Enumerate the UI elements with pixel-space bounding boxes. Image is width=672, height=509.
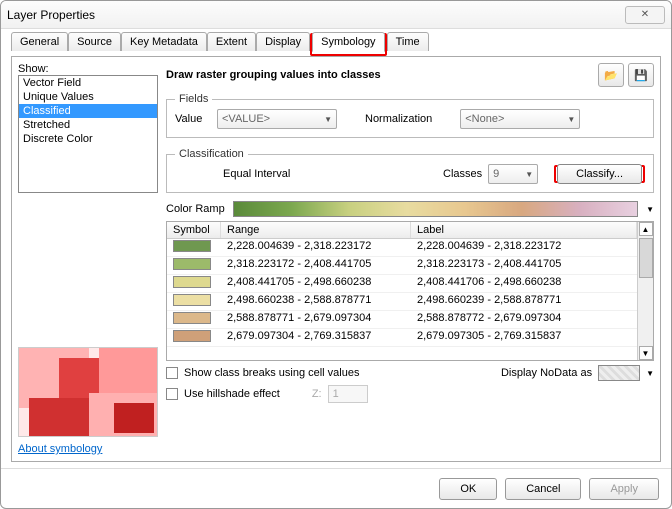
symbol-cell[interactable] bbox=[167, 329, 221, 346]
range-cell[interactable]: 2,679.097304 - 2,769.315837 bbox=[221, 329, 411, 346]
tab-extent[interactable]: Extent bbox=[207, 32, 256, 51]
label-cell[interactable]: 2,228.004639 - 2,318.223172 bbox=[411, 239, 637, 256]
symbol-cell[interactable] bbox=[167, 293, 221, 310]
tab-time[interactable]: Time bbox=[387, 32, 429, 51]
symbol-cell[interactable] bbox=[167, 275, 221, 292]
show-item-vector-field[interactable]: Vector Field bbox=[19, 76, 157, 90]
classes-label: Classes bbox=[443, 168, 482, 180]
chevron-down-icon: ▼ bbox=[324, 115, 332, 124]
symbol-cell[interactable] bbox=[167, 311, 221, 328]
value-label: Value bbox=[175, 113, 211, 125]
apply-button[interactable]: Apply bbox=[589, 478, 659, 500]
normalization-combo[interactable]: <None>▼ bbox=[460, 109, 580, 129]
z-input[interactable]: 1 bbox=[328, 385, 368, 403]
grid-header[interactable]: Symbol Range Label bbox=[167, 222, 637, 239]
table-row[interactable]: 2,679.097304 - 2,769.3158372,679.097305 … bbox=[167, 329, 637, 347]
scroll-up-icon[interactable]: ▲ bbox=[639, 222, 653, 236]
chevron-down-icon[interactable]: ▼ bbox=[646, 369, 654, 378]
classification-legend: Classification bbox=[175, 148, 248, 160]
save-icon[interactable]: 💾 bbox=[628, 63, 654, 87]
cancel-button[interactable]: Cancel bbox=[505, 478, 581, 500]
table-row[interactable]: 2,588.878771 - 2,679.0973042,588.878772 … bbox=[167, 311, 637, 329]
panel-header: Draw raster grouping values into classes bbox=[166, 69, 381, 81]
tab-source[interactable]: Source bbox=[68, 32, 121, 51]
color-ramp-label: Color Ramp bbox=[166, 203, 225, 215]
tab-symbology[interactable]: Symbology bbox=[312, 32, 384, 52]
value-combo[interactable]: <VALUE>▼ bbox=[217, 109, 337, 129]
range-cell[interactable]: 2,228.004639 - 2,318.223172 bbox=[221, 239, 411, 256]
z-label: Z: bbox=[312, 388, 322, 400]
table-row[interactable]: 2,228.004639 - 2,318.2231722,228.004639 … bbox=[167, 239, 637, 257]
dialog-footer: OK Cancel Apply bbox=[1, 468, 671, 508]
show-item-unique-values[interactable]: Unique Values bbox=[19, 90, 157, 104]
range-cell[interactable]: 2,408.441705 - 2,498.660238 bbox=[221, 275, 411, 292]
label-cell[interactable]: 2,679.097305 - 2,769.315837 bbox=[411, 329, 637, 346]
scroll-thumb[interactable] bbox=[639, 238, 653, 278]
label-cell[interactable]: 2,498.660239 - 2,588.878771 bbox=[411, 293, 637, 310]
about-symbology-link[interactable]: About symbology bbox=[18, 443, 102, 455]
show-breaks-label: Show class breaks using cell values bbox=[184, 367, 359, 379]
preview-area: About symbology bbox=[18, 347, 158, 455]
open-icon[interactable]: 📂 bbox=[598, 63, 624, 87]
nodata-color-picker[interactable] bbox=[598, 365, 640, 381]
titlebar[interactable]: Layer Properties ✕ bbox=[1, 1, 671, 29]
chevron-down-icon[interactable]: ▼ bbox=[646, 205, 654, 214]
col-label[interactable]: Label bbox=[411, 222, 637, 238]
hillshade-checkbox[interactable] bbox=[166, 388, 178, 400]
col-symbol[interactable]: Symbol bbox=[167, 222, 221, 238]
chevron-down-icon: ▼ bbox=[525, 170, 533, 179]
table-row[interactable]: 2,318.223172 - 2,408.4417052,318.223173 … bbox=[167, 257, 637, 275]
label-cell[interactable]: 2,588.878772 - 2,679.097304 bbox=[411, 311, 637, 328]
window-title: Layer Properties bbox=[7, 8, 95, 22]
range-cell[interactable]: 2,588.878771 - 2,679.097304 bbox=[221, 311, 411, 328]
classification-group: Classification Equal Interval Classes 9▼… bbox=[166, 148, 654, 193]
normalization-label: Normalization bbox=[365, 113, 432, 125]
show-item-discrete-color[interactable]: Discrete Color bbox=[19, 132, 157, 146]
tab-key-metadata[interactable]: Key Metadata bbox=[121, 32, 207, 51]
layer-properties-dialog: Layer Properties ✕ General Source Key Me… bbox=[0, 0, 672, 509]
scroll-down-icon[interactable]: ▼ bbox=[639, 346, 653, 360]
show-breaks-checkbox[interactable] bbox=[166, 367, 178, 379]
symbol-cell[interactable] bbox=[167, 257, 221, 274]
close-icon[interactable]: ✕ bbox=[625, 6, 665, 24]
hillshade-label: Use hillshade effect bbox=[184, 388, 280, 400]
tab-strip: General Source Key Metadata Extent Displ… bbox=[11, 35, 661, 57]
ok-button[interactable]: OK bbox=[439, 478, 497, 500]
label-cell[interactable]: 2,318.223173 - 2,408.441705 bbox=[411, 257, 637, 274]
tab-general[interactable]: General bbox=[11, 32, 68, 51]
fields-legend: Fields bbox=[175, 93, 212, 105]
table-row[interactable]: 2,498.660238 - 2,588.8787712,498.660239 … bbox=[167, 293, 637, 311]
table-row[interactable]: 2,408.441705 - 2,498.6602382,408.441706 … bbox=[167, 275, 637, 293]
preview-thumbnail bbox=[18, 347, 158, 437]
class-grid[interactable]: Symbol Range Label 2,228.004639 - 2,318.… bbox=[166, 221, 654, 361]
show-item-stretched[interactable]: Stretched bbox=[19, 118, 157, 132]
chevron-down-icon: ▼ bbox=[567, 115, 575, 124]
show-label: Show: bbox=[18, 63, 158, 75]
label-cell[interactable]: 2,408.441706 - 2,498.660238 bbox=[411, 275, 637, 292]
show-item-classified[interactable]: Classified bbox=[19, 104, 157, 118]
fields-group: Fields Value <VALUE>▼ Normalization <Non… bbox=[166, 93, 654, 138]
classes-combo[interactable]: 9▼ bbox=[488, 164, 538, 184]
tab-display[interactable]: Display bbox=[256, 32, 310, 51]
classify-button[interactable]: Classify... bbox=[557, 164, 642, 184]
classification-method: Equal Interval bbox=[223, 168, 290, 180]
nodata-label: Display NoData as bbox=[501, 367, 592, 379]
color-ramp-combo[interactable] bbox=[233, 201, 638, 217]
show-list[interactable]: Vector Field Unique Values Classified St… bbox=[18, 75, 158, 193]
grid-scrollbar[interactable]: ▲ ▼ bbox=[637, 222, 653, 360]
range-cell[interactable]: 2,498.660238 - 2,588.878771 bbox=[221, 293, 411, 310]
range-cell[interactable]: 2,318.223172 - 2,408.441705 bbox=[221, 257, 411, 274]
col-range[interactable]: Range bbox=[221, 222, 411, 238]
symbol-cell[interactable] bbox=[167, 239, 221, 256]
